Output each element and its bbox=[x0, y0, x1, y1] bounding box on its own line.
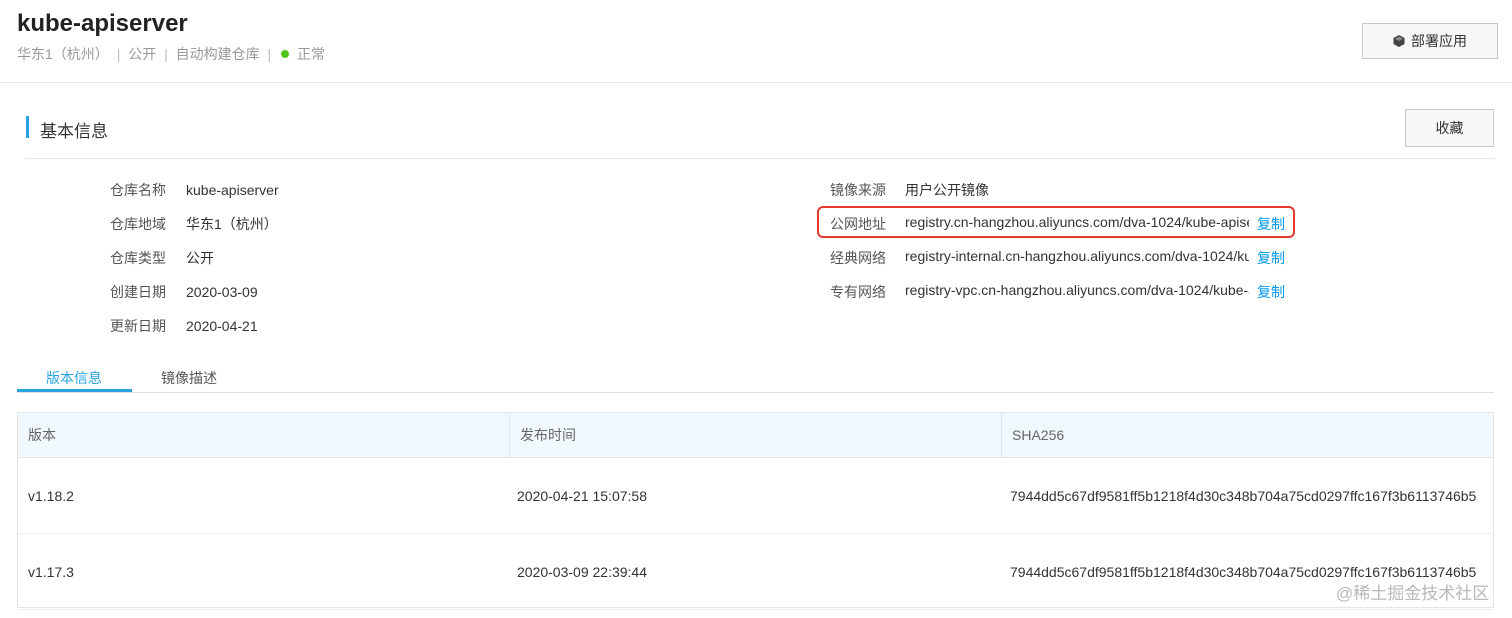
info-label: 创建日期 bbox=[110, 284, 166, 300]
repo-visibility: 公开 bbox=[128, 46, 157, 62]
column-header-sha256[interactable]: SHA256 bbox=[1001, 413, 1493, 457]
divider: | bbox=[116, 46, 121, 62]
repo-build-type: 自动构建仓库 bbox=[175, 46, 260, 62]
divider: | bbox=[267, 46, 272, 62]
repo-region: 华东1（杭州） bbox=[17, 46, 109, 62]
column-header-version[interactable]: 版本 bbox=[18, 413, 509, 457]
info-label: 仓库名称 bbox=[110, 182, 166, 198]
info-row-image-source: 镜像来源 用户公开镜像 bbox=[830, 180, 1249, 200]
tab-image-description[interactable]: 镜像描述 bbox=[161, 368, 217, 388]
versions-table: 版本 发布时间 SHA256 v1.18.2 2020-04-21 15:07:… bbox=[17, 412, 1494, 610]
status-text: 正常 bbox=[296, 46, 325, 62]
active-tab-indicator bbox=[17, 389, 132, 392]
page-title: kube-apiserver bbox=[17, 10, 188, 37]
cell-published: 2020-04-21 15:07:58 bbox=[517, 487, 647, 504]
info-row-repo-type: 仓库类型 公开 bbox=[110, 248, 214, 268]
cell-published: 2020-03-09 22:39:44 bbox=[517, 563, 647, 580]
info-value: kube-apiserver bbox=[186, 182, 279, 198]
column-header-published[interactable]: 发布时间 bbox=[509, 413, 1001, 457]
classic-network-value[interactable]: registry-internal.cn-hangzhou.aliyuncs.c… bbox=[905, 248, 1249, 264]
info-label: 专有网络 bbox=[830, 284, 886, 300]
repo-meta: 华东1（杭州） | 公开 | 自动构建仓库 | 正常 bbox=[17, 44, 325, 64]
cell-version: v1.18.2 bbox=[28, 487, 74, 504]
info-value: 用户公开镜像 bbox=[905, 182, 989, 198]
info-row-created-date: 创建日期 2020-03-09 bbox=[110, 282, 258, 302]
cube-icon bbox=[1393, 35, 1405, 47]
highlight-annotation bbox=[817, 206, 1295, 238]
info-row-repo-region: 仓库地域 华东1（杭州） bbox=[110, 214, 278, 234]
cell-sha256: 7944dd5c67df9581ff5b1218f4d30c348b704a75… bbox=[1010, 487, 1477, 504]
info-row-repo-name: 仓库名称 kube-apiserver bbox=[110, 180, 279, 200]
info-row-updated-date: 更新日期 2020-04-21 bbox=[110, 316, 258, 336]
info-row-classic-network: 经典网络 registry-internal.cn-hangzhou.aliyun… bbox=[830, 248, 1285, 268]
status-dot-icon bbox=[281, 50, 290, 59]
divider: | bbox=[164, 46, 168, 62]
table-header: 版本 发布时间 SHA256 bbox=[18, 413, 1493, 458]
info-value: 公开 bbox=[186, 250, 214, 266]
vpc-network-value[interactable]: registry-vpc.cn-hangzhou.aliyuncs.com/dv… bbox=[905, 282, 1249, 298]
repo-header: kube-apiserver 华东1（杭州） | 公开 | 自动构建仓库 | 正… bbox=[0, 0, 1512, 83]
info-label: 仓库地域 bbox=[110, 216, 166, 232]
table-row: v1.17.3 2020-03-09 22:39:44 7944dd5c67df… bbox=[18, 534, 1493, 610]
info-row-vpc-network: 专有网络 registry-vpc.cn-hangzhou.aliyuncs.co… bbox=[830, 282, 1285, 302]
basic-info-header: 基本信息 bbox=[26, 110, 1494, 159]
section-accent-bar bbox=[26, 116, 29, 138]
table-row: v1.18.2 2020-04-21 15:07:58 7944dd5c67df… bbox=[18, 458, 1493, 534]
copy-classic-network-link[interactable]: 复制 bbox=[1257, 250, 1285, 266]
info-value: 2020-03-09 bbox=[186, 284, 258, 300]
copy-vpc-network-link[interactable]: 复制 bbox=[1257, 284, 1285, 300]
cell-version: v1.17.3 bbox=[28, 563, 74, 580]
tab-version-info[interactable]: 版本信息 bbox=[46, 368, 102, 388]
info-value: 2020-04-21 bbox=[186, 318, 258, 334]
section-title: 基本信息 bbox=[40, 122, 108, 141]
info-label: 镜像来源 bbox=[830, 182, 886, 198]
info-label: 经典网络 bbox=[830, 250, 886, 266]
deploy-app-button[interactable]: 部署应用 bbox=[1362, 23, 1498, 59]
info-label: 更新日期 bbox=[110, 318, 166, 334]
info-label: 仓库类型 bbox=[110, 250, 166, 266]
tab-bar: 版本信息 镜像描述 bbox=[17, 362, 1494, 393]
deploy-app-label: 部署应用 bbox=[1411, 33, 1467, 49]
watermark: @稀土掘金技术社区 bbox=[1336, 584, 1490, 603]
info-value: 华东1（杭州） bbox=[186, 216, 278, 232]
favorite-button[interactable]: 收藏 bbox=[1405, 109, 1494, 147]
